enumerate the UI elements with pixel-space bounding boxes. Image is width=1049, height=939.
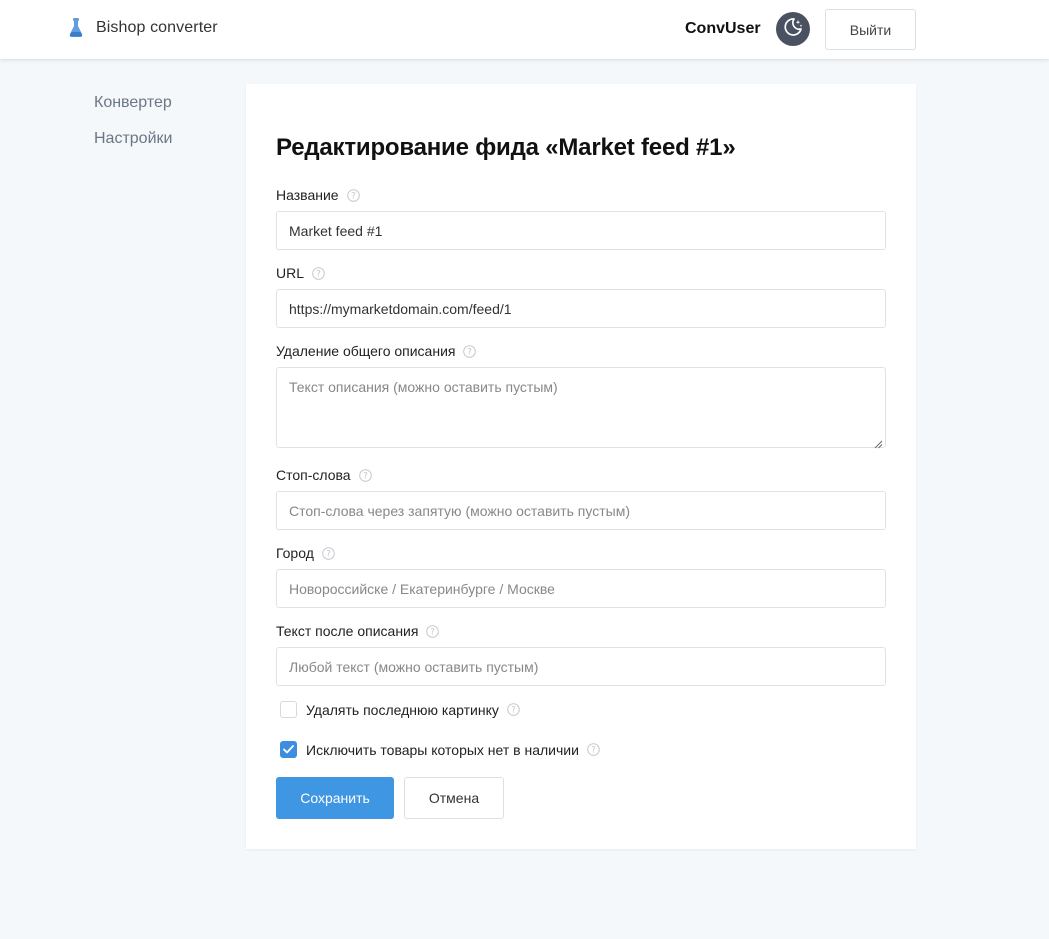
exclude-out-of-stock-checkbox[interactable] <box>280 741 297 758</box>
city-input[interactable]: Новороссийске / Екатеринбурге / Москве <box>276 569 886 608</box>
description-removal-label: Удаление общего описания <box>276 343 456 359</box>
question-circle-icon[interactable]: ? <box>587 743 600 756</box>
remove-last-image-label: Удалять последнюю картинку <box>306 701 499 718</box>
name-input[interactable]: Market feed #1 <box>276 211 886 250</box>
url-field-group: URL ? https://mymarketdomain.com/feed/1 <box>276 263 886 328</box>
name-field-group: Название ? Market feed #1 <box>276 185 886 250</box>
save-button[interactable]: Сохранить <box>276 777 394 819</box>
remove-last-image-checkbox[interactable] <box>280 701 297 718</box>
cancel-button[interactable]: Отмена <box>404 777 504 819</box>
exclude-out-of-stock-option[interactable]: Исключить товары которых нет в наличии ? <box>280 741 600 758</box>
svg-text:?: ? <box>431 627 436 637</box>
city-field-group: Город ? Новороссийске / Екатеринбурге / … <box>276 543 886 608</box>
text-after-input[interactable]: Любой текст (можно оставить пустым) <box>276 647 886 686</box>
question-circle-icon[interactable]: ? <box>322 546 335 560</box>
username: ConvUser <box>685 20 761 37</box>
svg-text:?: ? <box>351 191 356 201</box>
stopwords-label: Стоп-слова <box>276 467 351 483</box>
svg-text:?: ? <box>363 471 368 481</box>
text-after-label: Текст после описания <box>276 623 419 639</box>
city-label: Город <box>276 545 314 561</box>
remove-last-image-option[interactable]: Удалять последнюю картинку ? <box>280 701 520 718</box>
question-circle-icon[interactable]: ? <box>507 703 520 716</box>
sidebar-item-settings[interactable]: Настройки <box>94 128 172 164</box>
question-circle-icon[interactable]: ? <box>426 624 440 638</box>
question-circle-icon[interactable]: ? <box>346 188 360 202</box>
moon-stars-icon <box>783 17 803 42</box>
top-bar: Bishop converter ConvUser Выйти <box>0 0 1049 59</box>
brand-name: Bishop converter <box>96 19 218 36</box>
svg-text:?: ? <box>316 269 321 279</box>
question-circle-icon[interactable]: ? <box>463 344 477 358</box>
brand[interactable]: Bishop converter <box>68 17 218 39</box>
sidebar: Конвертер Настройки <box>94 92 172 164</box>
sidebar-item-converter[interactable]: Конвертер <box>94 92 172 128</box>
description-removal-field-group: Удаление общего описания ? Текст описани… <box>276 341 886 449</box>
text-after-field-group: Текст после описания ? Любой текст (можн… <box>276 621 886 686</box>
flask-icon <box>68 17 84 39</box>
description-removal-placeholder: Текст описания (можно оставить пустым) <box>289 379 558 395</box>
description-removal-textarea[interactable]: Текст описания (можно оставить пустым) <box>276 367 886 449</box>
url-input[interactable]: https://mymarketdomain.com/feed/1 <box>276 289 886 328</box>
name-label: Название <box>276 187 339 203</box>
url-label: URL <box>276 265 305 281</box>
stopwords-input[interactable]: Стоп-слова через запятую (можно оставить… <box>276 491 886 530</box>
page-title: Редактирование фида «Market feed #1» <box>276 134 736 161</box>
theme-toggle-button[interactable] <box>776 12 810 46</box>
question-circle-icon[interactable]: ? <box>312 266 325 280</box>
stopwords-field-group: Стоп-слова ? Стоп-слова через запятую (м… <box>276 465 886 530</box>
exclude-out-of-stock-label: Исключить товары которых нет в наличии <box>306 741 579 758</box>
svg-text:?: ? <box>326 549 331 559</box>
svg-text:?: ? <box>511 706 516 716</box>
svg-text:?: ? <box>591 746 596 756</box>
svg-text:?: ? <box>468 347 473 357</box>
logout-button[interactable]: Выйти <box>825 9 916 50</box>
resize-handle-icon[interactable] <box>874 436 883 449</box>
checkmark-icon <box>283 745 294 754</box>
question-circle-icon[interactable]: ? <box>358 468 372 482</box>
feed-edit-card: Редактирование фида «Market feed #1» Наз… <box>246 84 916 849</box>
